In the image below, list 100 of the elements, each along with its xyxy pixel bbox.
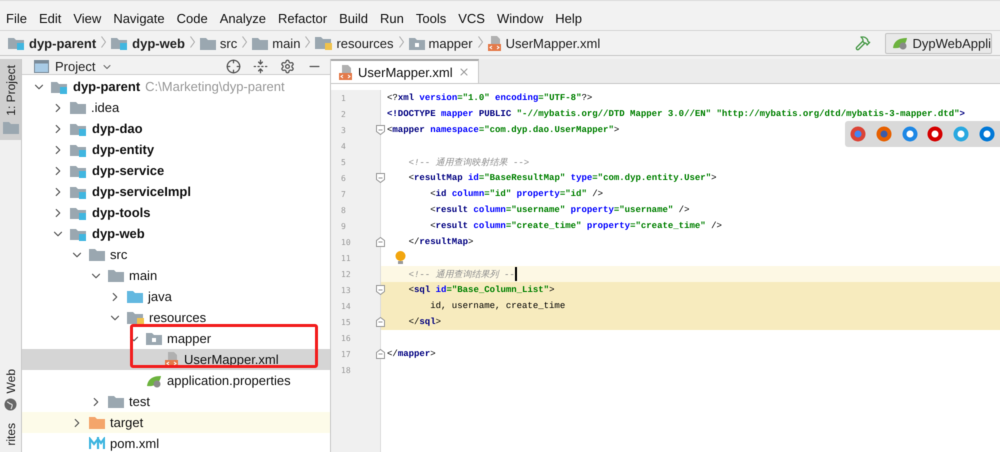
line-number: 15 [341, 318, 351, 326]
browser-icon[interactable] [979, 126, 996, 142]
module-folder-icon [51, 80, 68, 94]
tree-row[interactable]: java [22, 286, 330, 307]
tree-row[interactable]: application.properties [22, 370, 330, 391]
module-folder-icon [70, 164, 87, 178]
side-tab[interactable]: 1: Project [0, 59, 21, 140]
tree-label: test [129, 394, 150, 409]
line-number: 18 [341, 366, 351, 374]
menu-item[interactable]: Refactor [272, 10, 334, 26]
settings-icon[interactable] [280, 59, 295, 74]
menu-item[interactable]: Build [333, 10, 374, 26]
run-config-dropdown[interactable]: DypWebAppli [885, 32, 992, 54]
tree-label: dyp-web [92, 226, 145, 241]
tree-row[interactable]: dyp-tools [22, 202, 330, 223]
tree-row[interactable]: dyp-entity [22, 139, 330, 160]
chevron-right-icon [305, 36, 310, 48]
breadcrumb[interactable]: src [200, 36, 238, 50]
lightbulb-icon[interactable] [395, 251, 406, 265]
code-line: <resultMap id="BaseResultMap" type="com.dyp.entity.User"> [408, 172, 717, 185]
editor-tab[interactable]: UserMapper.xml [331, 59, 479, 83]
folder-icon [108, 269, 124, 282]
tree-label: dyp-entity [92, 142, 154, 157]
tree-label: dyp-parent [73, 79, 140, 94]
tree-label: dyp-dao [92, 121, 143, 136]
breadcrumb[interactable]: UserMapper.xml [488, 36, 600, 50]
module-folder-icon [70, 122, 87, 136]
code-line: </resultMap> [408, 236, 474, 249]
folder-icon [2, 120, 18, 134]
breadcrumb[interactable]: mapper [408, 36, 473, 50]
fold-close-icon[interactable] [376, 349, 385, 359]
breadcrumb[interactable]: main [252, 36, 300, 50]
package-icon [408, 36, 425, 50]
tree-row[interactable]: main [22, 265, 330, 286]
folder-icon [127, 290, 143, 303]
fold-close-icon[interactable] [376, 317, 385, 327]
browser-icon[interactable] [953, 126, 970, 142]
tree-label: dyp-serviceImpl [92, 184, 191, 199]
module-folder-icon [70, 184, 87, 198]
menu-item[interactable]: Edit [32, 10, 68, 26]
tree-row[interactable]: pom.xml [22, 433, 330, 452]
tree-row[interactable]: dyp-web [22, 223, 330, 244]
tree-label: src [110, 247, 128, 262]
tree-row[interactable]: .idea [22, 97, 330, 118]
code-line: <id column="id" property="id" /> [429, 188, 604, 201]
tree-row[interactable]: resources [22, 307, 330, 328]
fold-open-icon[interactable] [376, 125, 385, 135]
line-number: 11 [341, 254, 351, 262]
code-line: <!DOCTYPE mapper PUBLIC "-//mybatis.org//DTD Mapper 3.0//EN" "http://mybatis.org/dtd/mybatis-3-mapper.dtd"> [387, 108, 965, 121]
side-tab[interactable]: Web [0, 362, 21, 418]
browser-icon[interactable] [876, 126, 892, 142]
browser-icon[interactable] [927, 126, 944, 142]
chevron-right-icon [101, 36, 106, 48]
code-line: <sql id="Base_Column_List"> [408, 284, 554, 297]
fold-open-icon[interactable] [376, 285, 385, 295]
menu-item[interactable]: File [0, 10, 33, 26]
tree-row[interactable]: dyp-dao [22, 118, 330, 139]
tree-row[interactable]: test [22, 391, 330, 412]
tree-row[interactable]: dyp-parent C:\Marketing\dyp-parent [22, 76, 330, 97]
breadcrumb[interactable]: resources [315, 36, 394, 50]
line-number: 12 [341, 270, 351, 278]
menu-item[interactable]: VCS [452, 10, 491, 26]
tree-row[interactable]: mapper [22, 328, 330, 349]
collapse-icon[interactable] [253, 59, 268, 74]
line-number: 9 [341, 222, 346, 230]
line-number: 8 [341, 206, 346, 214]
folder-icon [108, 395, 124, 408]
menu-item[interactable]: Help [549, 10, 588, 26]
menu-item[interactable]: Run [374, 10, 410, 26]
line-number: 13 [341, 286, 351, 294]
menu-item[interactable]: View [67, 10, 108, 26]
browser-icon[interactable] [850, 126, 866, 142]
menu-item[interactable]: Navigate [107, 10, 171, 26]
line-number: 10 [341, 238, 351, 246]
line-number: 5 [341, 158, 346, 166]
close-icon[interactable] [458, 66, 470, 78]
xml-file-icon [488, 36, 502, 50]
tree-row[interactable]: target [22, 412, 330, 433]
breadcrumb[interactable]: dyp-web [111, 36, 185, 50]
folder-icon [70, 101, 86, 114]
menu-item[interactable]: Code [170, 10, 214, 26]
browser-icon[interactable] [902, 126, 918, 142]
menu-item[interactable]: Analyze [214, 10, 272, 26]
breadcrumb[interactable]: dyp-parent [8, 36, 96, 50]
tree-label: pom.xml [110, 436, 160, 451]
tree-row[interactable]: UserMapper.xml [22, 349, 330, 370]
crosshair-icon[interactable] [226, 59, 241, 74]
hammer-icon[interactable] [855, 35, 872, 51]
code-line: id, username, create_time [429, 300, 566, 313]
package-icon [146, 332, 162, 345]
tree-row[interactable]: dyp-service [22, 160, 330, 181]
side-tab[interactable]: rites [0, 417, 21, 452]
fold-open-icon[interactable] [376, 173, 385, 183]
menu-item[interactable]: Window [490, 10, 550, 26]
fold-close-icon[interactable] [376, 237, 385, 247]
line-number: 1 [341, 94, 346, 102]
tree-row[interactable]: dyp-serviceImpl [22, 181, 330, 202]
tree-row[interactable]: src [22, 244, 330, 265]
panel-title[interactable]: Project [55, 59, 96, 74]
menu-item[interactable]: Tools [410, 10, 452, 26]
